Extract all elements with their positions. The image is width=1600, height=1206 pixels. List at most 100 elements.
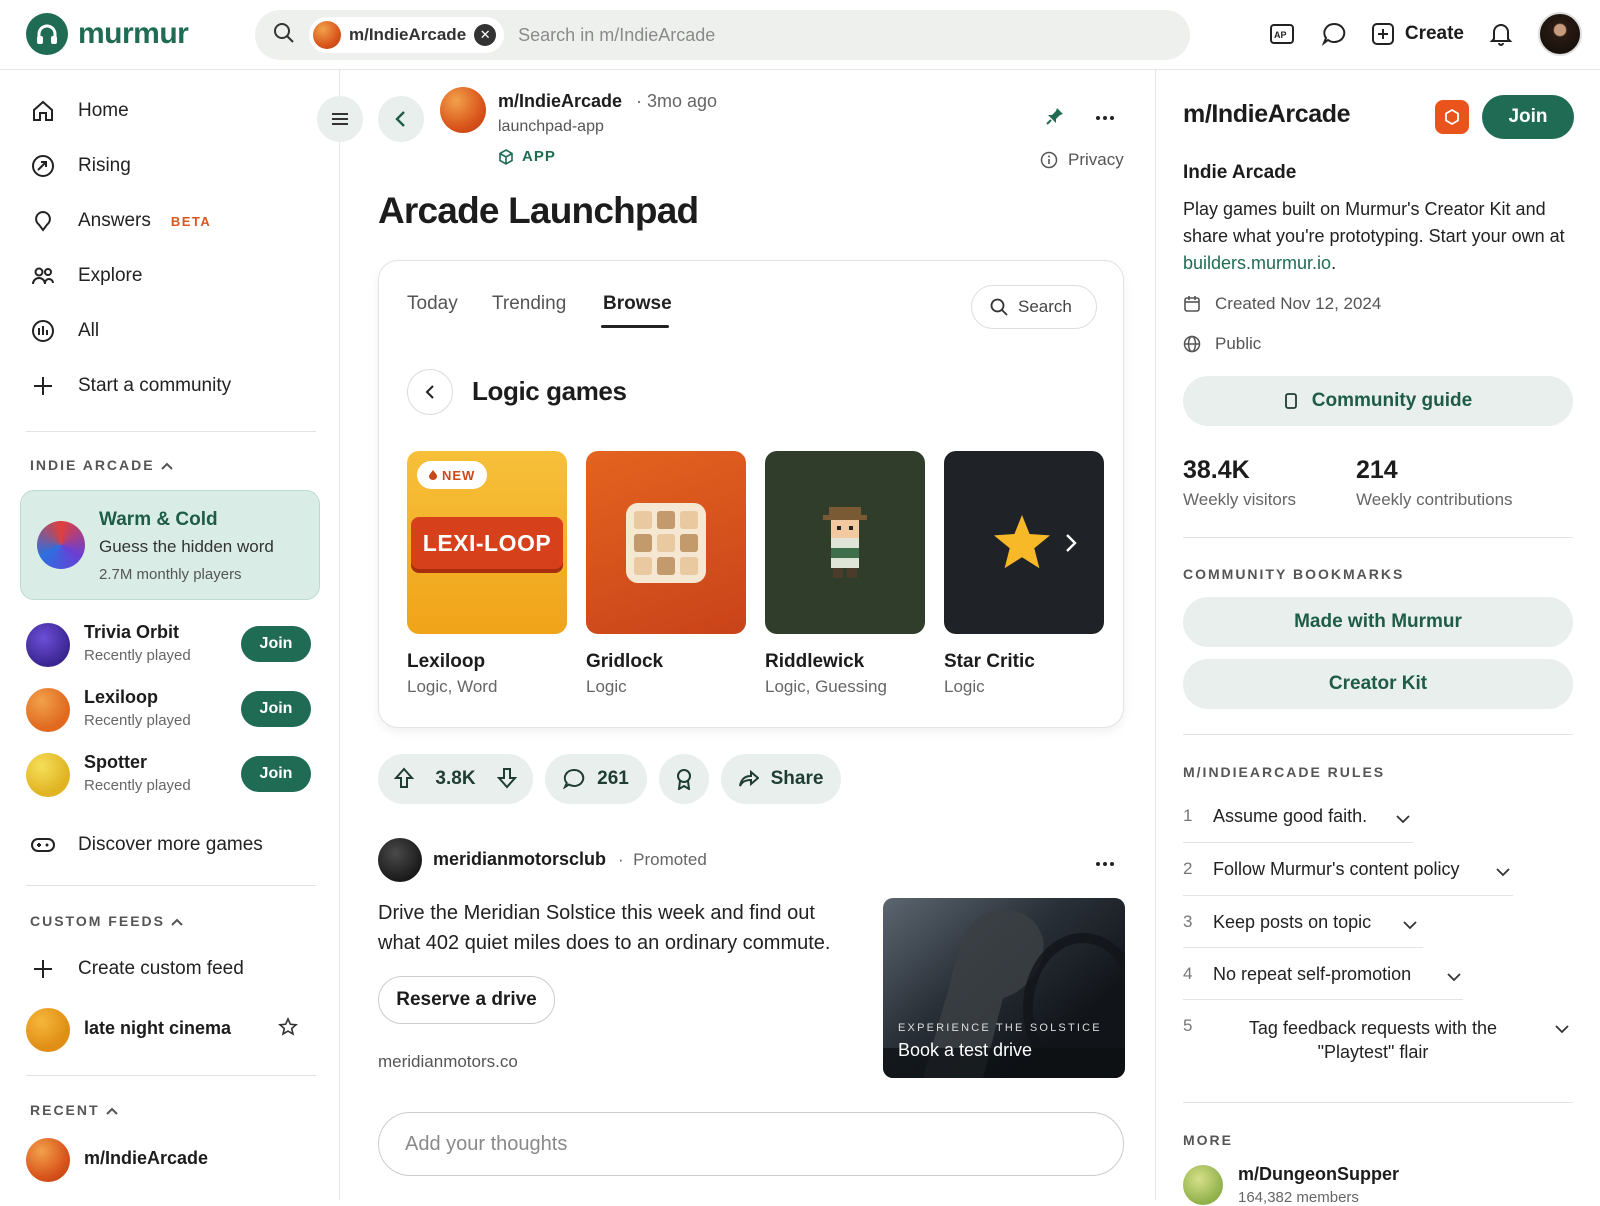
game-row[interactable]: Lexiloop Recently played Join — [26, 685, 316, 735]
back-button[interactable] — [378, 96, 424, 142]
advertiser-name[interactable]: meridianmotorsclub — [433, 849, 606, 870]
feed-item[interactable]: late night cinema — [26, 1005, 316, 1055]
logo[interactable]: murmur — [26, 13, 189, 55]
award-button[interactable] — [659, 754, 709, 804]
join-button[interactable]: Join — [241, 756, 311, 792]
stat-label: Weekly contributions — [1356, 490, 1513, 509]
arcade-launchpad-widget: Today Trending Browse Search Logic games… — [378, 260, 1124, 728]
rule-item[interactable]: 2 Follow Murmur's content policy — [1183, 859, 1510, 883]
murmur-logo-icon — [26, 13, 68, 55]
tab-trending[interactable]: Trending — [492, 293, 566, 315]
share-button[interactable]: Share — [721, 754, 841, 804]
vote-count: 3.8K — [435, 768, 476, 789]
promoted-label: · Promoted — [618, 850, 707, 869]
community-guide-button[interactable]: Community guide — [1183, 376, 1573, 426]
join-button[interactable]: Join — [241, 626, 311, 662]
bookmark-creator-kit[interactable]: Creator Kit — [1183, 659, 1573, 709]
star-icon[interactable] — [278, 1017, 298, 1042]
rule-text: Follow Murmur's content policy — [1213, 859, 1460, 879]
section-header-recent[interactable]: RECENT — [30, 1102, 118, 1118]
guide-label: Community guide — [1311, 390, 1473, 411]
promo-domain[interactable]: meridianmotors.co — [378, 1052, 518, 1072]
game-name: Lexiloop — [84, 687, 159, 707]
game-subtitle: Guess the hidden word — [99, 537, 274, 556]
category-back-button[interactable] — [407, 369, 453, 415]
tile-name: Gridlock — [586, 651, 664, 672]
nav-rising[interactable]: Rising — [30, 153, 131, 179]
comments-button[interactable]: 261 — [545, 754, 647, 804]
promo-more-options-icon[interactable] — [1090, 852, 1120, 872]
featured-game-card[interactable]: Warm & Cold Guess the hidden word 2.7M m… — [20, 490, 320, 600]
community-avatar — [313, 21, 341, 49]
game-tile-partial[interactable] — [1123, 451, 1124, 634]
game-tile-lexiloop[interactable]: NEW LEXI-LOOP — [407, 451, 567, 634]
chevron-down-icon — [1396, 808, 1410, 829]
nav-all[interactable]: All — [30, 318, 99, 344]
game-row[interactable]: Spotter Recently played Join — [26, 750, 316, 800]
logo-text: murmur — [78, 17, 189, 50]
post-user[interactable]: launchpad-app — [498, 118, 604, 136]
tab-browse[interactable]: Browse — [603, 293, 672, 315]
pixel-character-icon — [823, 507, 867, 578]
post-community[interactable]: m/IndieArcade — [498, 91, 622, 112]
privacy-link[interactable]: Privacy — [1040, 150, 1124, 170]
user-avatar[interactable] — [1538, 12, 1582, 56]
recent-item[interactable]: m/IndieArcade — [26, 1135, 316, 1185]
community-avatar[interactable] — [440, 87, 486, 133]
related-community-name[interactable]: m/DungeonSupper — [1238, 1164, 1399, 1185]
tab-today[interactable]: Today — [407, 293, 458, 315]
header-actions: AP Create — [1267, 12, 1582, 56]
create-button[interactable]: Create — [1371, 22, 1464, 46]
advertise-icon[interactable]: AP — [1267, 19, 1297, 49]
chevron-up-icon — [171, 913, 183, 929]
nav-home[interactable]: Home — [30, 98, 129, 124]
rule-item[interactable]: 4 No repeat self-promotion — [1183, 964, 1463, 988]
search-icon — [990, 298, 1008, 316]
related-community-avatar[interactable] — [1183, 1165, 1223, 1205]
upvote-icon[interactable] — [393, 766, 415, 792]
game-tile-riddlewick[interactable] — [765, 451, 925, 634]
reserve-drive-button[interactable]: Reserve a drive — [378, 976, 555, 1024]
join-button[interactable]: Join — [241, 691, 311, 727]
search-bar[interactable]: m/IndieArcade ✕ — [255, 10, 1190, 60]
game-status: Recently played — [84, 647, 191, 664]
chevron-down-icon — [1555, 1018, 1569, 1039]
carousel-next-button[interactable] — [1051, 513, 1091, 573]
nav-explore[interactable]: Explore — [30, 263, 142, 289]
rule-item[interactable]: 1 Assume good faith. — [1183, 806, 1483, 830]
stat-value: 214 — [1356, 456, 1398, 484]
remove-filter-button[interactable]: ✕ — [474, 24, 497, 46]
section-header-custom-feeds[interactable]: CUSTOM FEEDS — [30, 913, 183, 929]
nav-label: Answers — [78, 210, 151, 231]
section-header-indie-arcade[interactable]: INDIE ARCADE — [30, 457, 173, 473]
advertiser-avatar[interactable] — [378, 838, 422, 882]
downvote-icon[interactable] — [496, 767, 518, 792]
notification-bell-icon[interactable] — [1486, 19, 1516, 49]
launchpad-search-button[interactable]: Search — [971, 285, 1097, 329]
join-community-button[interactable]: Join — [1482, 95, 1574, 139]
promo-image-kicker: EXPERIENCE THE SOLSTICE — [898, 1022, 1102, 1034]
game-tile-gridlock[interactable] — [586, 451, 746, 634]
create-custom-feed[interactable]: Create custom feed — [30, 956, 244, 982]
cube-icon — [499, 148, 513, 165]
divider — [1183, 734, 1573, 735]
discover-games-link[interactable]: Discover more games — [30, 832, 263, 858]
game-avatar — [26, 688, 70, 732]
promo-image[interactable]: EXPERIENCE THE SOLSTICE Book a test driv… — [883, 898, 1125, 1078]
post-more-options-icon[interactable] — [1090, 104, 1120, 128]
menu-toggle-button[interactable] — [317, 96, 363, 142]
game-row[interactable]: Trivia Orbit Recently played Join — [26, 620, 316, 670]
search-input[interactable] — [518, 24, 1119, 46]
grid-icon — [626, 503, 706, 583]
rule-item[interactable]: 3 Keep posts on topic — [1183, 912, 1423, 936]
game-status: Recently played — [84, 777, 191, 794]
nav-answers[interactable]: Answers BETA — [30, 208, 211, 234]
chat-icon[interactable] — [1319, 19, 1349, 49]
builders-link[interactable]: builders.murmur.io — [1183, 253, 1331, 273]
comment-input[interactable] — [378, 1112, 1124, 1176]
chevron-up-icon — [105, 1102, 118, 1118]
rule-item[interactable]: 5 Tag feedback requests with the "Playte… — [1183, 1016, 1573, 1066]
nav-start-community[interactable]: Start a community — [30, 373, 231, 399]
bookmark-made-with-murmur[interactable]: Made with Murmur — [1183, 597, 1573, 647]
post-title: Arcade Launchpad — [378, 190, 699, 231]
